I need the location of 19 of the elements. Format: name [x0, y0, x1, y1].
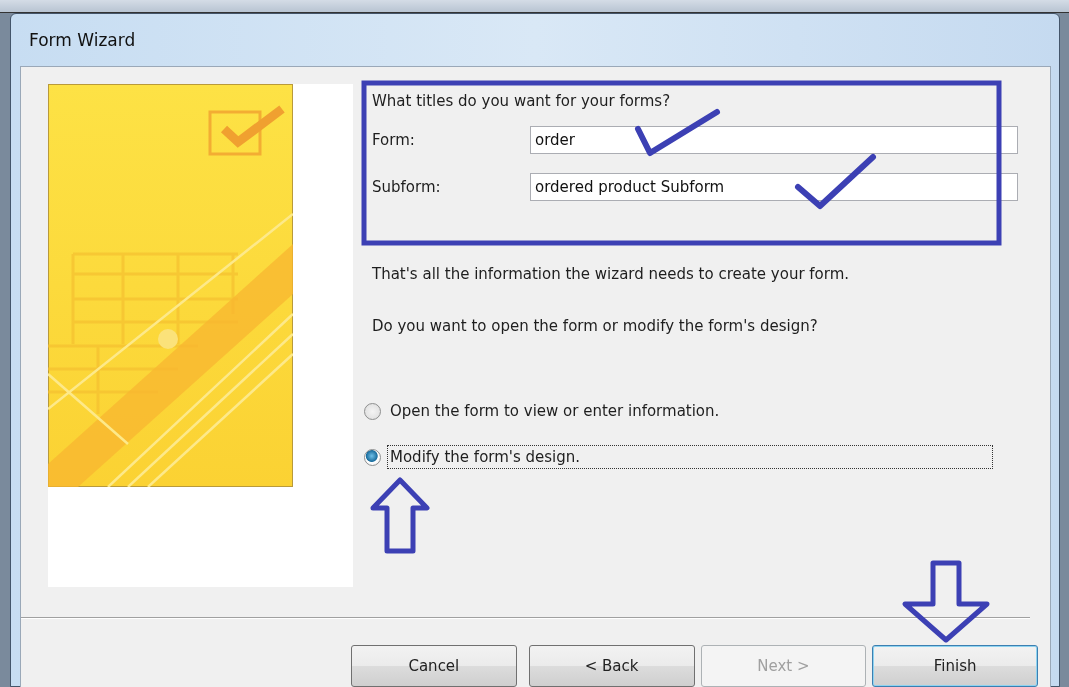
checkmark-icon	[795, 154, 876, 209]
up-arrow-icon	[370, 477, 430, 554]
checkmark-icon	[635, 109, 720, 156]
dialog-button[interactable]: Cancel	[351, 645, 517, 687]
text-field[interactable]: order	[530, 126, 1018, 154]
option-label[interactable]: Modify the form's design.	[387, 445, 993, 469]
info-text: That's all the information the wizard needs to create your form.	[372, 265, 851, 285]
dialog-button[interactable]: < Back	[528, 645, 695, 687]
radio-button[interactable]	[364, 402, 381, 420]
window-title: Form Wizard	[29, 30, 136, 50]
down-arrow-icon	[902, 560, 990, 643]
info-text: Do you want to open the form or modify the form's design?	[372, 317, 819, 337]
option-label[interactable]: Open the form to view or enter information.	[387, 399, 723, 423]
text-field[interactable]: ordered product Subform	[530, 173, 1018, 201]
radio-button[interactable]	[364, 448, 381, 466]
field-label: Form:	[372, 131, 416, 149]
dialog-button[interactable]: Finish	[872, 645, 1038, 687]
field-label: Subform:	[372, 178, 442, 196]
section-heading: What titles do you want for your forms?	[372, 92, 672, 112]
